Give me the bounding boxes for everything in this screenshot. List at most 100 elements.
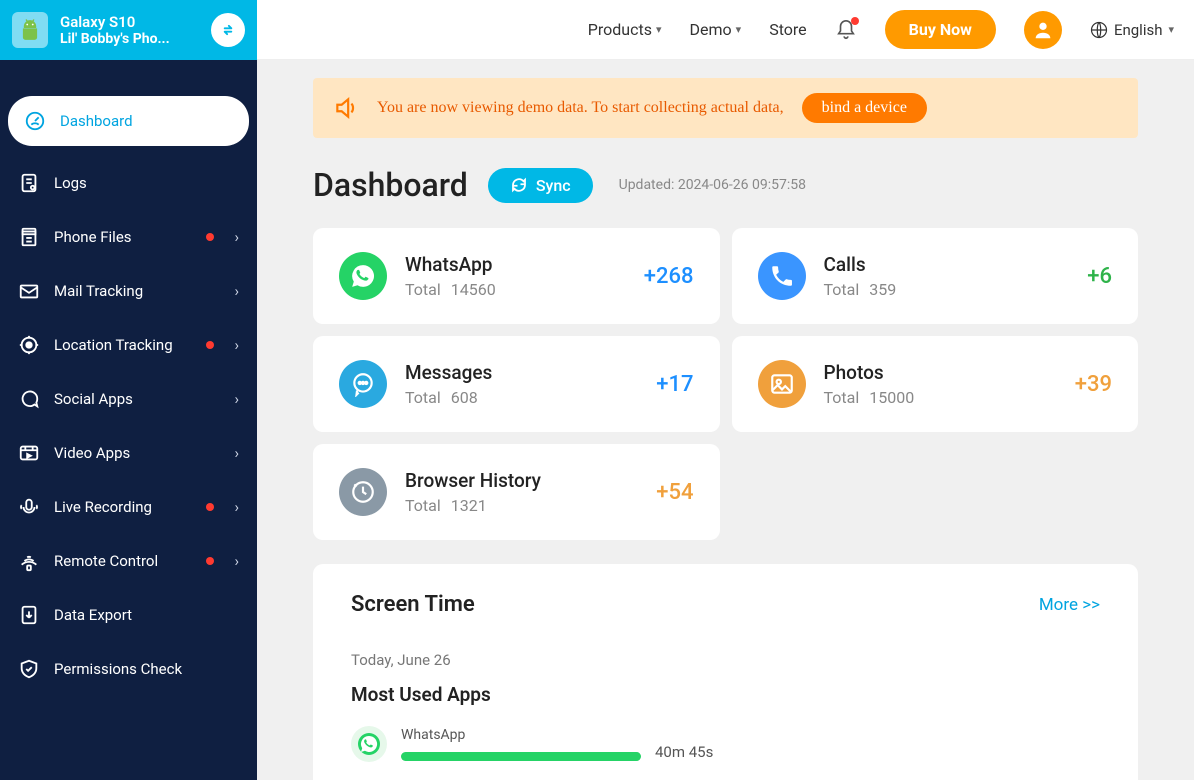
sync-label: Sync	[536, 176, 571, 195]
screen-time-more[interactable]: More >>	[1039, 595, 1100, 615]
app-name: WhatsApp	[401, 727, 1100, 743]
video-apps-icon	[18, 442, 40, 464]
sidebar-item-label: Data Export	[54, 606, 239, 624]
device-model: Galaxy S10	[60, 13, 199, 31]
remote-control-icon	[18, 550, 40, 572]
top-nav: Products ▾ Demo ▾ Store Buy Now English ▾	[257, 0, 1194, 60]
card-total: Total14560	[405, 280, 626, 299]
messages-icon	[339, 360, 387, 408]
card-title: Messages	[405, 361, 638, 384]
alert-text: You are now viewing demo data. To start …	[377, 99, 784, 117]
screen-time-title: Screen Time	[351, 592, 475, 617]
card-delta: +268	[644, 264, 694, 289]
nav-products-label: Products	[588, 20, 652, 39]
sidebar-item-label: Social Apps	[54, 390, 220, 408]
swap-device-icon[interactable]	[211, 13, 245, 47]
page-title: Dashboard	[313, 166, 468, 204]
language-label: English	[1114, 21, 1163, 39]
sidebar-item-label: Dashboard	[60, 112, 233, 130]
chevron-right-icon: ›	[234, 498, 239, 516]
notifications-icon[interactable]	[835, 19, 857, 41]
dashboard-icon	[24, 110, 46, 132]
chevron-right-icon: ›	[234, 444, 239, 462]
card-total: Total359	[824, 280, 1070, 299]
card-delta: +17	[656, 372, 693, 397]
sidebar-item-label: Location Tracking	[54, 336, 192, 354]
device-info: Galaxy S10 Lil' Bobby's Pho...	[60, 13, 199, 47]
location-tracking-icon	[18, 334, 40, 356]
updated-text: Updated: 2024-06-26 09:57:58	[619, 177, 806, 193]
language-selector[interactable]: English ▾	[1090, 21, 1174, 39]
card-delta: +39	[1075, 372, 1112, 397]
sidebar-item-dashboard[interactable]: Dashboard	[8, 96, 249, 146]
stat-card-calls[interactable]: Calls Total359 +6	[732, 228, 1139, 324]
chevron-right-icon: ›	[234, 390, 239, 408]
chevron-down-icon: ▾	[736, 23, 742, 36]
whatsapp-icon	[339, 252, 387, 300]
sync-icon	[510, 176, 528, 194]
sidebar-item-label: Permissions Check	[54, 660, 239, 678]
nav-store-label: Store	[769, 20, 806, 39]
indicator-dot	[206, 503, 214, 511]
sidebar-item-logs[interactable]: Logs	[0, 156, 257, 210]
sidebar-item-permissions-check[interactable]: Permissions Check	[0, 642, 257, 696]
stat-card-whatsapp[interactable]: WhatsApp Total14560 +268	[313, 228, 720, 324]
sidebar-item-location-tracking[interactable]: Location Tracking›	[0, 318, 257, 372]
photos-icon	[758, 360, 806, 408]
permissions-check-icon	[18, 658, 40, 680]
main-content: You are now viewing demo data. To start …	[257, 60, 1194, 780]
screen-time-date: Today, June 26	[351, 651, 1100, 669]
card-total: Total1321	[405, 496, 638, 515]
sidebar-item-mail-tracking[interactable]: Mail Tracking›	[0, 264, 257, 318]
sidebar: DashboardLogsPhone Files›Mail Tracking›L…	[0, 60, 257, 780]
sidebar-item-remote-control[interactable]: Remote Control ›	[0, 534, 257, 588]
card-title: Photos	[824, 361, 1057, 384]
avatar[interactable]	[1024, 11, 1062, 49]
chevron-down-icon: ▾	[1168, 23, 1174, 36]
sidebar-item-label: Logs	[54, 174, 239, 192]
social-apps-icon	[18, 388, 40, 410]
usage-bar	[401, 752, 641, 761]
live-recording-icon	[18, 496, 40, 518]
sidebar-item-data-export[interactable]: Data Export	[0, 588, 257, 642]
data-export-icon	[18, 604, 40, 626]
chevron-down-icon: ▾	[656, 23, 662, 36]
card-total: Total15000	[824, 388, 1057, 407]
sidebar-item-label: Remote Control	[54, 552, 192, 570]
indicator-dot	[206, 341, 214, 349]
whatsapp-icon	[351, 726, 387, 762]
card-title: WhatsApp	[405, 253, 626, 276]
stat-card-photos[interactable]: Photos Total15000 +39	[732, 336, 1139, 432]
bind-device-button[interactable]: bind a device	[802, 93, 927, 123]
speaker-icon	[333, 95, 359, 121]
stat-card-browser-history[interactable]: Browser HistoryTotal1321+54	[313, 444, 720, 540]
calls-icon	[758, 252, 806, 300]
device-selector[interactable]: Galaxy S10 Lil' Bobby's Pho...	[0, 0, 257, 60]
browser-history-icon	[339, 468, 387, 516]
nav-demo[interactable]: Demo ▾	[690, 20, 742, 39]
logs-icon	[18, 172, 40, 194]
phone-files-icon	[18, 226, 40, 248]
card-total: Total608	[405, 388, 638, 407]
buy-now-button[interactable]: Buy Now	[885, 10, 996, 49]
sidebar-item-social-apps[interactable]: Social Apps ›	[0, 372, 257, 426]
sidebar-item-label: Phone Files	[54, 228, 192, 246]
chevron-right-icon: ›	[234, 228, 239, 246]
nav-products[interactable]: Products ▾	[588, 20, 662, 39]
chevron-right-icon: ›	[234, 552, 239, 570]
sync-button[interactable]: Sync	[488, 168, 593, 203]
indicator-dot	[206, 233, 214, 241]
android-icon	[12, 12, 48, 48]
card-title: Calls	[824, 253, 1070, 276]
globe-icon	[1090, 21, 1108, 39]
sidebar-item-live-recording[interactable]: Live Recording›	[0, 480, 257, 534]
stat-card-messages[interactable]: Messages Total608 +17	[313, 336, 720, 432]
nav-store[interactable]: Store	[769, 20, 806, 39]
sidebar-item-phone-files[interactable]: Phone Files ›	[0, 210, 257, 264]
card-delta: +6	[1087, 264, 1112, 289]
app-duration: 40m 45s	[655, 743, 713, 761]
device-name: Lil' Bobby's Pho...	[60, 31, 170, 47]
nav-demo-label: Demo	[690, 20, 732, 39]
card-delta: +54	[656, 480, 693, 505]
sidebar-item-video-apps[interactable]: Video Apps›	[0, 426, 257, 480]
